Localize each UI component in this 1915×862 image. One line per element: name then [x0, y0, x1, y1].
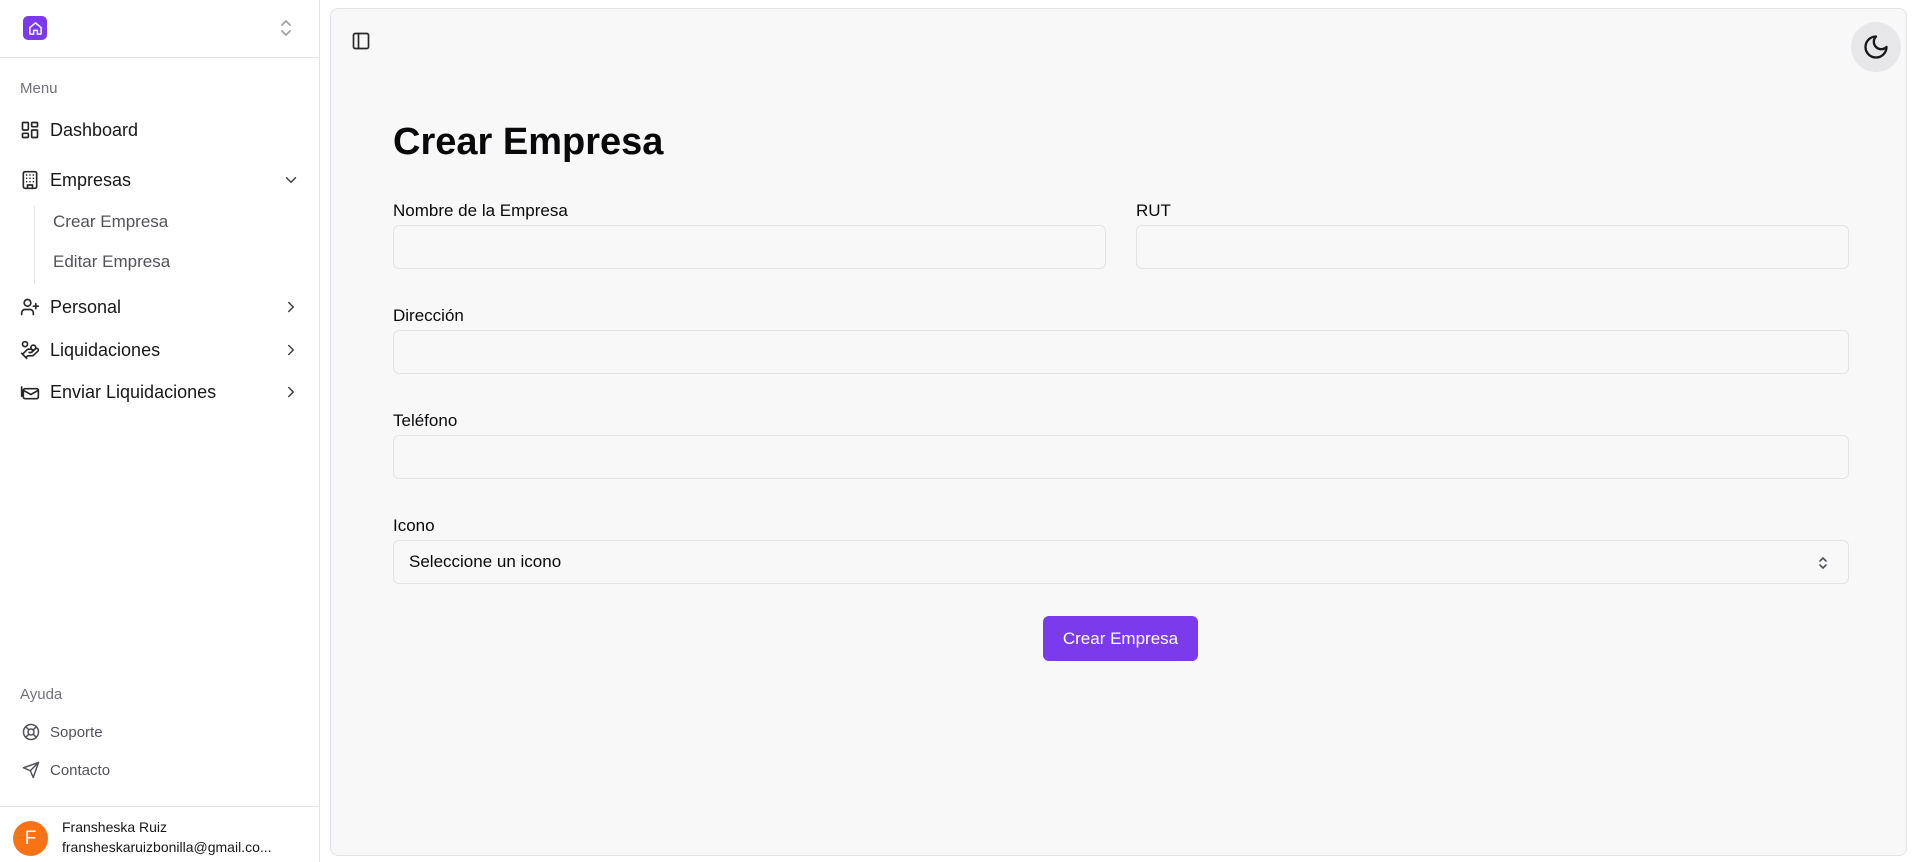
- direccion-input[interactable]: [393, 330, 1849, 374]
- home-icon[interactable]: [23, 16, 47, 40]
- sidebar-item-liquidaciones[interactable]: Liquidaciones: [12, 332, 308, 368]
- chevrons-up-down-icon: [1816, 555, 1830, 571]
- hand-coins-icon: [20, 340, 40, 360]
- subnav-divider: [34, 206, 35, 284]
- help-section-label: Ayuda: [20, 686, 63, 703]
- help-item-label: Contacto: [50, 761, 111, 779]
- rut-input[interactable]: [1136, 225, 1849, 269]
- crear-empresa-button[interactable]: Crear Empresa: [1043, 616, 1198, 661]
- sidebar-item-label: Personal: [50, 296, 122, 317]
- user-plus-icon: [20, 297, 40, 317]
- nombre-empresa-input[interactable]: [393, 225, 1106, 269]
- icono-select-value: Seleccione un icono: [409, 552, 562, 571]
- user-profile[interactable]: F Fransheska Ruiz fransheskaruizbonilla@…: [0, 806, 320, 862]
- nombre-label: Nombre de la Empresa: [393, 201, 568, 220]
- sidebar-subitem-editar-empresa[interactable]: Editar Empresa: [44, 246, 294, 278]
- sidebar-item-label: Liquidaciones: [50, 339, 161, 360]
- chevron-right-icon: [282, 383, 300, 401]
- moon-icon: [1862, 33, 1890, 61]
- sidebar-subitem-crear-empresa[interactable]: Crear Empresa: [44, 206, 294, 238]
- rut-label: RUT: [1136, 201, 1171, 220]
- sidebar-item-empresas[interactable]: Empresas: [12, 162, 308, 198]
- sidebar-header: [0, 0, 319, 58]
- user-name: Fransheska Ruiz: [62, 819, 168, 835]
- chevrons-up-down-icon[interactable]: [278, 18, 294, 38]
- sidebar-item-label: Empresas: [50, 169, 132, 190]
- sidebar-item-personal[interactable]: Personal: [12, 289, 308, 325]
- help-item-label: Soporte: [50, 723, 103, 741]
- telefono-label: Teléfono: [393, 411, 458, 430]
- avatar: F: [13, 821, 48, 856]
- sidebar-item-label: Dashboard: [50, 119, 139, 140]
- direccion-label: Dirección: [393, 306, 464, 325]
- help-item-contacto[interactable]: Contacto: [12, 754, 308, 786]
- page-title: Crear Empresa: [393, 121, 664, 163]
- life-buoy-icon: [22, 723, 40, 741]
- user-email: fransheskaruizbonilla@gmail.co...: [62, 839, 272, 855]
- sidebar-item-label: Enviar Liquidaciones: [50, 381, 217, 402]
- theme-toggle-button[interactable]: [1851, 22, 1901, 72]
- sidebar-item-dashboard[interactable]: Dashboard: [12, 112, 308, 148]
- telefono-input[interactable]: [393, 435, 1849, 479]
- icono-label: Icono: [393, 516, 435, 535]
- main-panel: Crear Empresa Nombre de la Empresa RUT D…: [330, 8, 1907, 856]
- chevron-right-icon: [282, 298, 300, 316]
- panel-left-icon[interactable]: [351, 31, 371, 51]
- sidebar-item-enviar-liquidaciones[interactable]: Enviar Liquidaciones: [12, 374, 308, 410]
- chevron-right-icon: [282, 341, 300, 359]
- menu-section-label: Menu: [20, 80, 58, 97]
- layout-dashboard-icon: [20, 120, 40, 140]
- sidebar: Menu Dashboard Empresas Crear Empresa Ed…: [0, 0, 320, 862]
- help-item-soporte[interactable]: Soporte: [12, 716, 308, 748]
- send-icon: [22, 761, 40, 779]
- chevron-down-icon: [282, 171, 300, 189]
- building-icon: [20, 170, 40, 190]
- icono-select[interactable]: Seleccione un icono: [393, 540, 1849, 584]
- send-mail-icon: [20, 382, 40, 402]
